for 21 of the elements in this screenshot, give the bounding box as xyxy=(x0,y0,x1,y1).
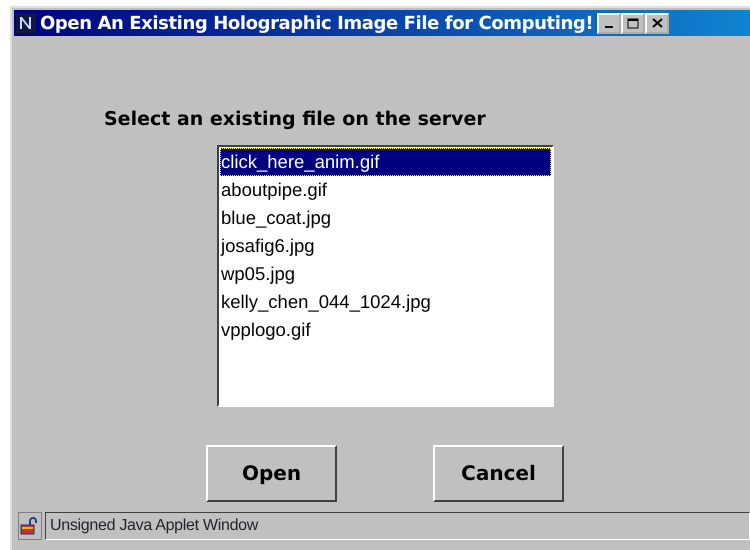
minimize-button[interactable] xyxy=(597,12,622,34)
maximize-icon xyxy=(627,18,640,28)
lock-icon xyxy=(18,512,42,540)
file-item[interactable]: vpplogo.gif xyxy=(220,316,551,344)
maximize-button[interactable] xyxy=(621,12,646,34)
file-item[interactable]: aboutpipe.gif xyxy=(220,176,551,204)
file-item[interactable]: wp05.jpg xyxy=(220,260,551,288)
close-button[interactable] xyxy=(645,12,670,34)
window-title: Open An Existing Holographic Image File for Computing! xyxy=(40,12,594,36)
minimize-icon xyxy=(605,26,614,28)
heading: Select an existing file on the server xyxy=(104,107,487,132)
status-text: Unsigned Java Applet Window xyxy=(45,512,750,540)
file-item[interactable]: click_here_anim.gif xyxy=(220,148,551,176)
close-icon xyxy=(652,18,663,28)
cancel-button[interactable]: Cancel xyxy=(433,444,564,502)
open-button[interactable]: Open xyxy=(206,444,337,502)
n-logo-icon xyxy=(16,13,36,33)
file-item[interactable]: josafig6.jpg xyxy=(220,232,551,260)
file-item[interactable]: blue_coat.jpg xyxy=(220,204,551,232)
file-list[interactable]: click_here_anim.gif aboutpipe.gif blue_coat.jpg josafig6.jpg wp05.jpg kelly_chen_044_1024.jpg vpplogo.gif xyxy=(217,144,554,406)
file-item[interactable]: kelly_chen_044_1024.jpg xyxy=(220,288,551,316)
